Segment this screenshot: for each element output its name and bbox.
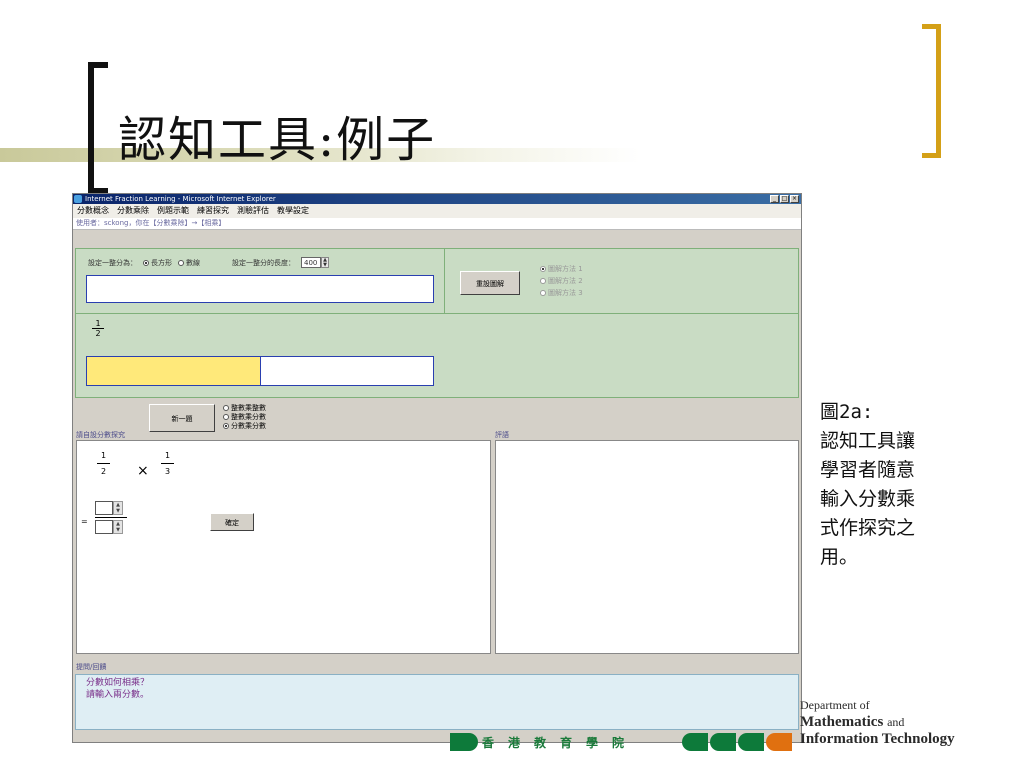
method-option-3[interactable]: 圖解方法 3 (540, 287, 583, 299)
caption-line: 圖2a: (820, 401, 874, 423)
mode-options: 整數乘整數 整數乘分數 分數乘分數 (223, 404, 266, 431)
comment-panel (495, 440, 799, 654)
logo-mark (450, 733, 478, 751)
method-option-2[interactable]: 圖解方法 2 (540, 275, 583, 287)
method-options: 圖解方法 1 圖解方法 2 圖解方法 3 (540, 263, 583, 299)
browser-window: Internet Fraction Learning - Microsoft I… (72, 193, 802, 743)
answer-numerator-input[interactable] (95, 501, 113, 515)
length-spinner[interactable]: 400 ▲ ▼ (301, 257, 329, 268)
radio-icon[interactable] (178, 259, 184, 266)
window-titlebar: Internet Fraction Learning - Microsoft I… (73, 194, 801, 204)
menu-item[interactable]: 練習探究 (196, 204, 230, 218)
length-input[interactable]: 400 (301, 257, 321, 268)
department-label: Department of Mathematics and Informatio… (800, 698, 955, 748)
caption-line: 學習者隨意 (820, 459, 916, 481)
logo-chevron (710, 733, 736, 751)
reset-diagram-button[interactable]: 重設圖解 (460, 271, 520, 295)
mode-int-int[interactable]: 整數乘整數 (223, 404, 266, 413)
caption-line: 式作探究之 (820, 517, 916, 539)
radio-icon[interactable] (540, 278, 546, 284)
radio-icon[interactable] (223, 405, 229, 411)
radio-selected-icon[interactable] (540, 266, 546, 272)
radio-selected-icon[interactable] (223, 423, 229, 429)
equals-sign: = (81, 517, 88, 526)
caption-line: 用。 (820, 546, 859, 568)
menu-item[interactable]: 例題示範 (156, 204, 190, 218)
fraction-bar (86, 356, 434, 386)
radio-icon[interactable] (540, 290, 546, 296)
logo-chevron (766, 733, 792, 751)
user-status: 使用者：sckong，你在【分數乘除】→【相乘】 (73, 218, 801, 230)
maximize-icon[interactable]: □ (780, 195, 789, 203)
display-fraction: 1 2 (92, 320, 104, 338)
slide-title: 認知工具:例子 (118, 112, 437, 168)
answer-fraction: ▲ ▼ ▲ ▼ (95, 501, 133, 534)
window-controls: _ □ × (770, 195, 799, 203)
mode-frac-frac[interactable]: 分數乘分數 (223, 422, 266, 431)
fraction-bar-fill (87, 357, 261, 385)
radio-selected-icon[interactable] (143, 259, 149, 266)
spinner-arrows-icon[interactable]: ▲ ▼ (113, 520, 123, 534)
panel-divider (444, 249, 445, 313)
dept-line-1: Department of (800, 698, 870, 712)
rect-option[interactable]: 長方形 (143, 258, 172, 268)
answer-denominator-spinner[interactable]: ▲ ▼ (95, 520, 133, 534)
caption-line: 輸入分數乘 (820, 488, 916, 510)
institute-name: 香港教育學院 (482, 736, 639, 750)
shape-settings: 設定一整分為： 長方形 數線 設定一整分的長度： 400 ▲ ▼ (88, 257, 329, 268)
unit-length-bar (86, 275, 434, 303)
fraction-a: 1 2 (97, 449, 111, 480)
answer-fraction-line (95, 517, 127, 518)
left-bracket (88, 62, 108, 194)
settings-panel: 設定一整分為： 長方形 數線 設定一整分的長度： 400 ▲ ▼ 重設圖解 圖解方法… (75, 248, 799, 314)
times-sign: × (137, 463, 149, 479)
confirm-button[interactable]: 確定 (210, 513, 254, 531)
answer-numerator-spinner[interactable]: ▲ ▼ (95, 501, 133, 515)
dept-line-2: Mathematics and (800, 714, 905, 730)
fraction-b: 1 3 (161, 449, 175, 480)
menu-bar: 分數概念 分數乘除 例題示範 練習探究 測驗評估 教學設定 (73, 204, 801, 218)
logo-chevron (738, 733, 764, 751)
answer-denominator-input[interactable] (95, 520, 113, 534)
comment-label: 評語 (495, 431, 509, 439)
shape-label: 設定一整分為： (88, 258, 137, 267)
line-option[interactable]: 數線 (178, 258, 200, 268)
fraction-display-panel: 1 2 (75, 314, 799, 398)
radio-icon[interactable] (223, 414, 229, 420)
spinner-arrows-icon[interactable]: ▲ ▼ (321, 257, 329, 268)
minimize-icon[interactable]: _ (770, 195, 779, 203)
prompt-label: 提問/回饋 (76, 663, 107, 671)
feedback-panel: 分數如何相乘？ 請輸入兩分數。 (75, 674, 799, 730)
mode-int-frac[interactable]: 整數乘分數 (223, 413, 266, 422)
menu-item[interactable]: 教學設定 (276, 204, 310, 218)
feedback-line: 分數如何相乘？ (86, 678, 150, 688)
length-label: 設定一整分的長度： (232, 258, 295, 267)
menu-item[interactable]: 分數乘除 (116, 204, 150, 218)
menu-item[interactable]: 測驗評估 (236, 204, 270, 218)
explore-panel: 1 2 × 1 3 = ▲ ▼ ▲ ▼ 確定 (76, 440, 491, 654)
right-bracket (922, 24, 941, 158)
new-question-button[interactable]: 新一題 (149, 404, 215, 432)
window-title: Internet Fraction Learning - Microsoft I… (85, 195, 276, 203)
logo-chevron (682, 733, 708, 751)
figure-caption: 圖2a: 認知工具讓 學習者隨意 輸入分數乘 式作探究之 用。 (820, 398, 960, 572)
feedback-line: 請輸入兩分數。 (86, 690, 150, 700)
method-option-1[interactable]: 圖解方法 1 (540, 263, 583, 275)
spinner-arrows-icon[interactable]: ▲ ▼ (113, 501, 123, 515)
close-icon[interactable]: × (790, 195, 799, 203)
caption-line: 認知工具讓 (820, 430, 916, 452)
explore-label: 請自設分數探究 (76, 431, 125, 439)
ie-icon (74, 195, 82, 203)
dept-line-3: Information Technology (800, 731, 955, 747)
menu-item[interactable]: 分數概念 (76, 204, 110, 218)
